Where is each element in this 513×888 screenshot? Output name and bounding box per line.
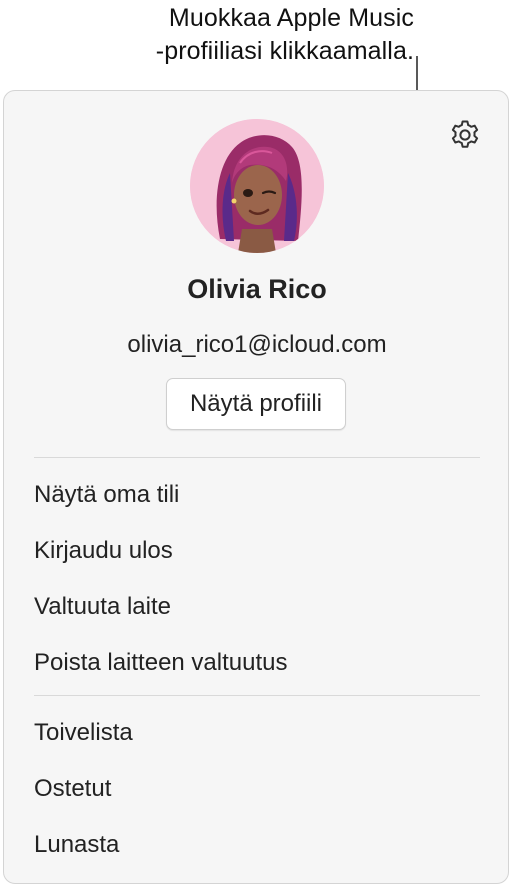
view-profile-button[interactable]: Näytä profiili — [166, 378, 346, 430]
callout-caption: Muokkaa Apple Music -profiiliasi klikkaa… — [60, 2, 414, 68]
menu-item-redeem[interactable]: Lunasta — [34, 825, 480, 865]
callout-line-1: Muokkaa Apple Music — [168, 4, 414, 32]
menu-item-wishlist[interactable]: Toivelista — [34, 713, 480, 753]
menu-item-authorize-device[interactable]: Valtuuta laite — [34, 587, 480, 627]
menu-item-sign-out[interactable]: Kirjaudu ulos — [34, 531, 480, 571]
divider-bottom — [34, 695, 480, 696]
divider-top — [34, 457, 480, 458]
menu-item-purchased[interactable]: Ostetut — [34, 769, 480, 809]
account-name: Olivia Rico — [187, 274, 327, 304]
callout-line-2: -profiiliasi klikkaamalla. — [155, 37, 414, 65]
gear-icon[interactable] — [447, 117, 483, 153]
account-popover-screen: Muokkaa Apple Music -profiiliasi klikkaa… — [0, 0, 513, 888]
account-email: olivia_rico1@icloud.com — [127, 331, 387, 358]
account-panel: Olivia Rico olivia_rico1@icloud.com Näyt… — [3, 90, 509, 884]
menu-item-view-account[interactable]: Näytä oma tili — [34, 475, 480, 515]
avatar — [190, 119, 324, 253]
menu-item-deauthorize-device[interactable]: Poista laitteen valtuutus — [34, 643, 480, 683]
